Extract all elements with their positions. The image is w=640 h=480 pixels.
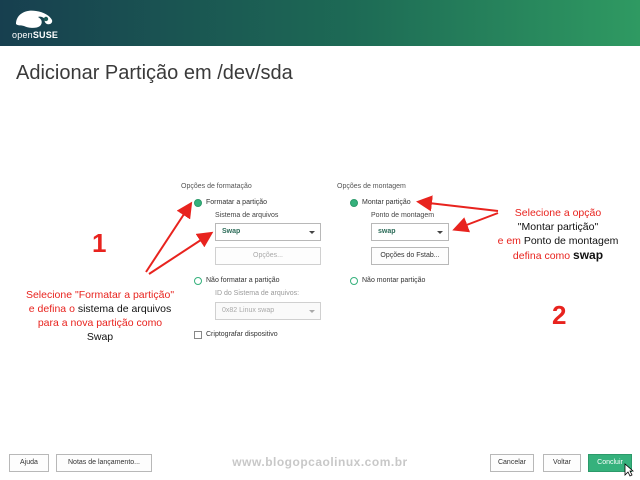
right-annotation-line1: Selecione a opção (514, 207, 602, 219)
encrypt-device-label[interactable]: Criptografar dispositivo (206, 331, 278, 338)
filesystem-id-label: ID do Sistema de arquivos: (215, 290, 300, 297)
filesystem-label: Sistema de arquivos (215, 212, 279, 219)
right-annotation-line3: e em Ponto de montagem (497, 235, 619, 247)
mount-options-group-label: Opções de montagem (337, 183, 406, 190)
left-annotation-line4: Swap (86, 331, 114, 343)
left-annotation-line3: para a nova partição como (37, 317, 163, 329)
top-banner: openSUSE (0, 0, 640, 46)
filesystem-id-combo-value: 0x82 Linux swap (222, 307, 275, 314)
filesystem-id-combo[interactable]: 0x82 Linux swap (215, 302, 321, 320)
logo-text: openSUSE (12, 30, 59, 40)
step-number-1: 1 (92, 228, 107, 258)
left-annotation: Selecione "Formatar a partição" e defina… (0, 288, 200, 344)
fstab-options-button[interactable]: Opções do Fstab... (371, 247, 449, 265)
step-number-2: 2 (552, 300, 567, 330)
mount-partition-radio[interactable] (350, 199, 358, 207)
right-annotation: Selecione a opção "Montar partição" e em… (476, 206, 640, 263)
no-format-partition-label[interactable]: Não formatar a partição (206, 277, 280, 284)
left-annotation-line1: Selecione "Formatar a partição" (25, 289, 175, 301)
mount-point-label: Ponto de montagem (371, 212, 435, 219)
mount-partition-label[interactable]: Montar partição (362, 199, 411, 206)
filesystem-combo-value: Swap (222, 228, 241, 235)
arrow-to-filesystem-combo (148, 231, 214, 275)
format-options-group-label: Opções de formatação (181, 183, 252, 190)
no-format-partition-radio[interactable] (194, 277, 202, 285)
arrow-to-format-radio (145, 201, 193, 273)
chevron-down-icon (437, 231, 443, 234)
filesystem-combo[interactable]: Swap (215, 223, 321, 241)
back-button[interactable]: Voltar (543, 454, 581, 472)
no-mount-partition-label[interactable]: Não montar partição (362, 277, 425, 284)
page-title: Adicionar Partição em /dev/sda (16, 62, 293, 84)
format-options-button[interactable]: Opções... (215, 247, 321, 265)
left-annotation-line2: e defina o sistema de arquivos (28, 303, 172, 315)
no-mount-partition-radio[interactable] (350, 277, 358, 285)
chevron-down-icon (309, 231, 315, 234)
mount-point-combo[interactable]: swap (371, 223, 449, 241)
mouse-cursor-icon (624, 463, 634, 477)
mount-point-combo-value: swap (378, 228, 396, 235)
right-annotation-line4: defina como swap (512, 248, 604, 262)
cancel-button[interactable]: Cancelar (490, 454, 534, 472)
format-partition-radio[interactable] (194, 199, 202, 207)
right-annotation-line2: "Montar partição" (517, 221, 599, 233)
chevron-down-icon (309, 310, 315, 313)
format-partition-label[interactable]: Formatar a partição (206, 199, 267, 206)
